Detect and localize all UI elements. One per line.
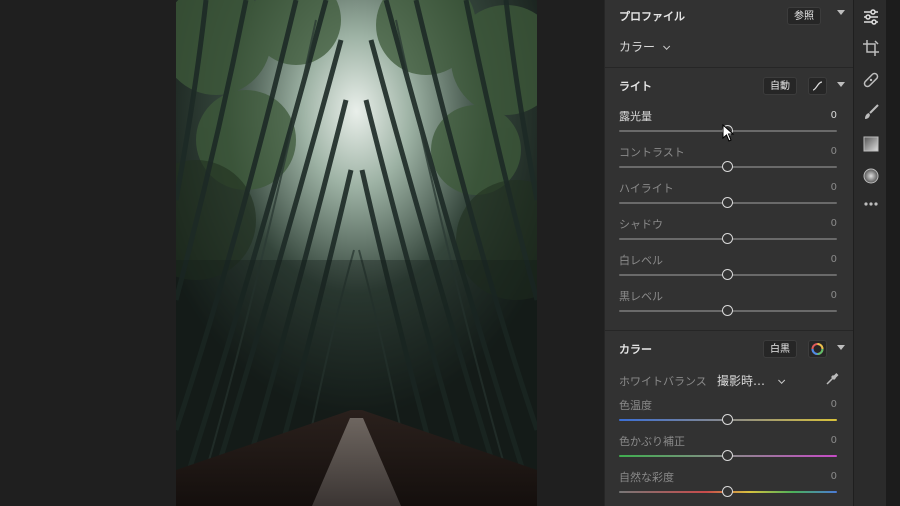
slider-knob[interactable] — [722, 233, 733, 244]
collapse-caret-icon[interactable] — [837, 82, 845, 87]
tool-rail — [853, 0, 886, 506]
slider-row: 色かぶり補正 0 — [605, 433, 853, 469]
slider-row: 自然な彩度 0 — [605, 469, 853, 505]
profile-value: カラー — [619, 40, 656, 54]
slider-label: 黒レベル — [619, 290, 663, 303]
slider-row: 黒レベル 0 — [605, 288, 853, 324]
color-sliders: 色温度 0 色かぶり補正 0 自然な彩度 0 — [605, 397, 853, 505]
slider-row: シャドウ 0 — [605, 216, 853, 252]
slider-value[interactable]: 0 — [831, 399, 837, 410]
browse-profiles-button[interactable]: 参照 — [787, 7, 821, 25]
brush-icon[interactable] — [860, 101, 882, 123]
slider-value[interactable]: 0 — [831, 110, 837, 121]
slider-row: 白レベル 0 — [605, 252, 853, 288]
white-balance-dropdown[interactable]: 撮影時… — [717, 372, 786, 389]
profile-dropdown[interactable]: カラー — [619, 38, 671, 55]
slider-knob[interactable] — [722, 414, 733, 425]
collapse-caret-icon[interactable] — [837, 10, 845, 15]
slider-track[interactable] — [619, 414, 837, 425]
linear-gradient-icon[interactable] — [860, 133, 882, 155]
color-section: カラー 白黒 ホワイトバランス 撮影時… 色温度0色かぶり補正0自然な彩度0 彩… — [605, 331, 853, 506]
profile-title: プロファイル — [619, 10, 685, 23]
slider-row: 色温度 0 — [605, 397, 853, 433]
profile-section: プロファイル 参照 カラー — [605, 0, 853, 68]
slider-value[interactable]: 0 — [831, 146, 837, 157]
slider-value[interactable]: 0 — [831, 471, 837, 482]
slider-label: 白レベル — [619, 254, 663, 267]
slider-row: コントラスト 0 — [605, 144, 853, 180]
photo-canvas — [0, 0, 604, 506]
auto-button[interactable]: 自動 — [763, 77, 797, 95]
slider-label: 露光量 — [619, 110, 652, 123]
slider-knob[interactable] — [722, 197, 733, 208]
slider-row: ハイライト 0 — [605, 180, 853, 216]
slider-track[interactable] — [619, 269, 837, 280]
color-mixer-icon[interactable] — [808, 340, 827, 358]
slider-value[interactable]: 0 — [831, 182, 837, 193]
slider-track[interactable] — [619, 233, 837, 244]
slider-value[interactable]: 0 — [831, 435, 837, 446]
more-icon[interactable] — [860, 193, 882, 215]
slider-track[interactable] — [619, 161, 837, 172]
slider-track[interactable] — [619, 486, 837, 497]
mouse-cursor-icon — [722, 123, 736, 142]
black-white-button[interactable]: 白黒 — [763, 340, 797, 358]
profile-header: プロファイル 参照 — [605, 0, 853, 30]
edit-panel: プロファイル 参照 カラー ライト 自動 露光量 0 コントラスト 0 ハイライト 0 シャ… — [604, 0, 853, 506]
edit-sliders-icon[interactable] — [860, 6, 882, 28]
chevron-down-icon — [777, 376, 786, 384]
slider-knob[interactable] — [722, 450, 733, 461]
light-title: ライト — [619, 80, 652, 93]
slider-track[interactable] — [619, 197, 837, 208]
slider-label: コントラスト — [619, 146, 685, 159]
radial-gradient-icon[interactable] — [860, 165, 882, 187]
photo-preview[interactable] — [176, 0, 537, 506]
slider-knob[interactable] — [722, 269, 733, 280]
slider-knob[interactable] — [722, 305, 733, 316]
color-header: カラー 白黒 — [605, 331, 853, 371]
chevron-down-icon — [662, 42, 671, 50]
slider-value[interactable]: 0 — [831, 290, 837, 301]
light-header: ライト 自動 — [605, 68, 853, 108]
light-section: ライト 自動 露光量 0 コントラスト 0 ハイライト 0 シャドウ 0 白レベル 0 黒レベル 0 — [605, 68, 853, 331]
rail-edge — [886, 0, 900, 506]
slider-label: ハイライト — [619, 182, 674, 195]
slider-value[interactable]: 0 — [831, 254, 837, 265]
slider-label: シャドウ — [619, 218, 663, 231]
white-balance-label: ホワイトバランス — [619, 375, 707, 388]
healing-icon[interactable] — [860, 69, 882, 91]
slider-label: 色かぶり補正 — [619, 435, 685, 448]
slider-value[interactable]: 0 — [831, 218, 837, 229]
slider-track[interactable] — [619, 450, 837, 461]
crop-icon[interactable] — [860, 37, 882, 59]
slider-knob[interactable] — [722, 161, 733, 172]
tone-curve-icon[interactable] — [808, 77, 827, 95]
white-balance-row: ホワイトバランス 撮影時… — [605, 371, 853, 397]
slider-track[interactable] — [619, 305, 837, 316]
slider-knob[interactable] — [722, 486, 733, 497]
collapse-caret-icon[interactable] — [837, 345, 845, 350]
color-title: カラー — [619, 343, 652, 356]
slider-label: 自然な彩度 — [619, 471, 674, 484]
slider-label: 色温度 — [619, 399, 652, 412]
eyedropper-icon[interactable] — [825, 371, 839, 390]
white-balance-value: 撮影時… — [717, 374, 766, 388]
